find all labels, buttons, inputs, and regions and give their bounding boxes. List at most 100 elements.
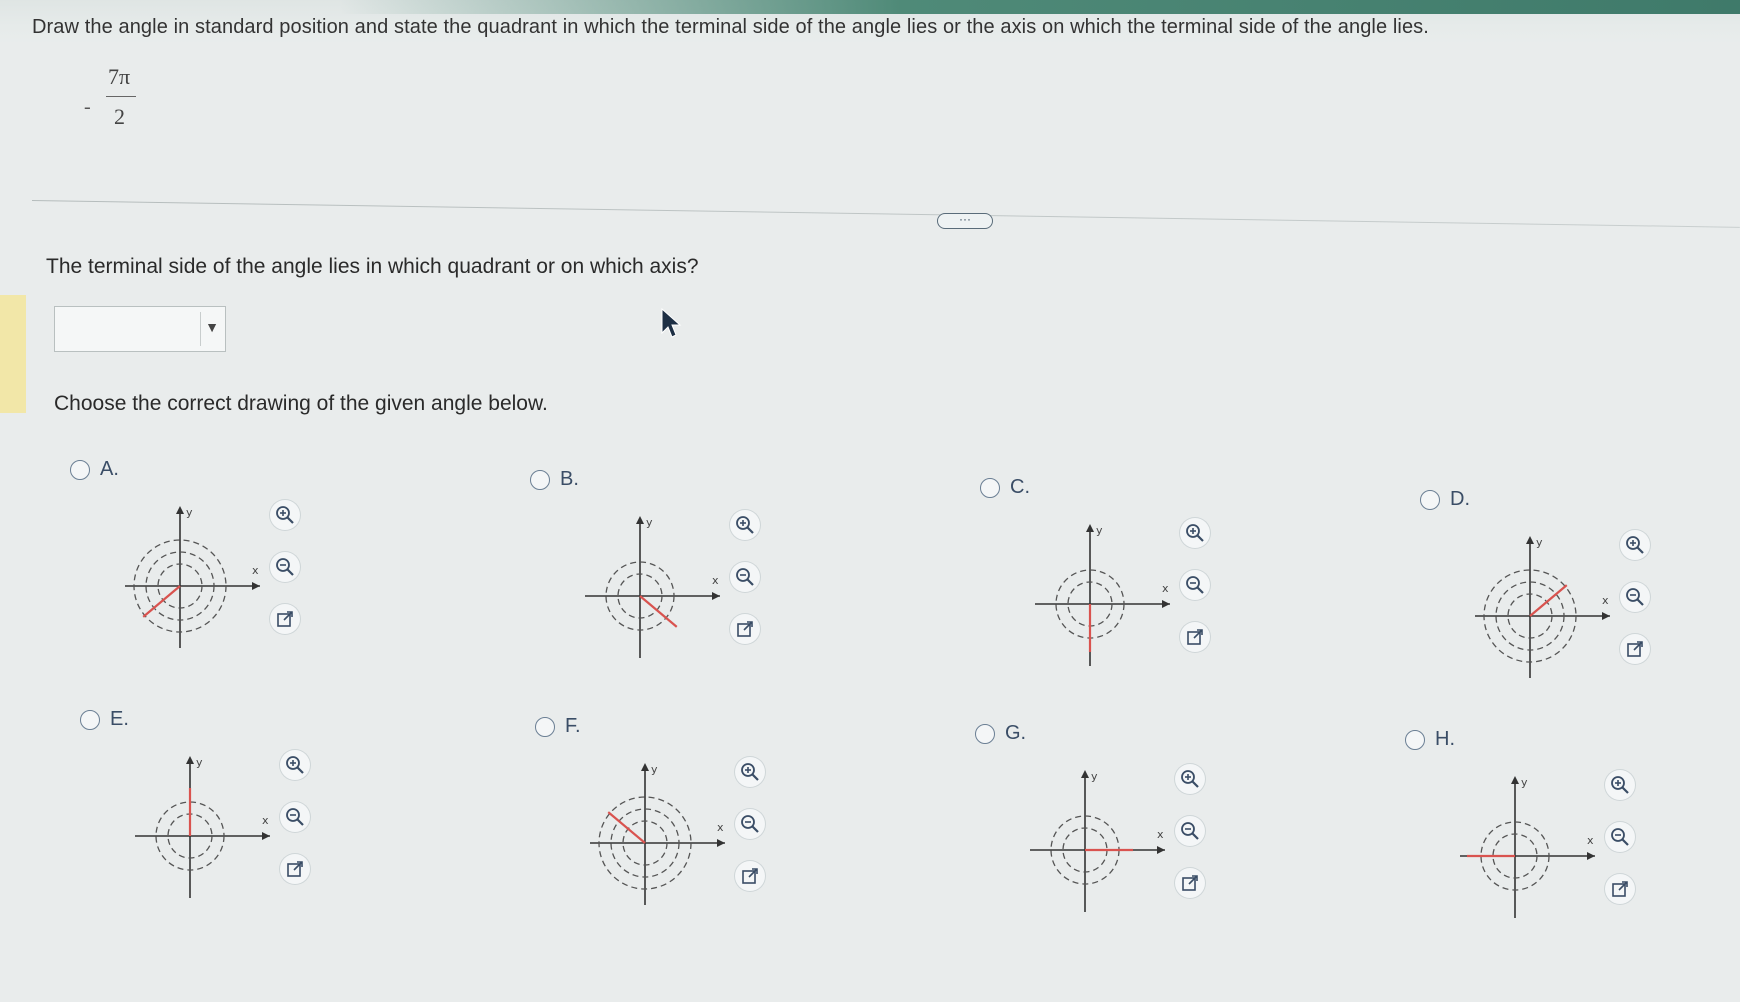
icon-handle — [1621, 786, 1629, 794]
quadrant-dropdown[interactable]: ▼ — [54, 306, 226, 352]
zoom-out-button[interactable] — [730, 562, 760, 592]
open-external-icon[interactable] — [284, 858, 306, 880]
zoom-in-button[interactable] — [1605, 770, 1635, 800]
icon-handle — [746, 526, 754, 534]
option-d[interactable]: D. x y — [1420, 488, 1680, 710]
open-external-button[interactable] — [1175, 868, 1205, 898]
icon-handle — [746, 578, 754, 586]
open-external-button[interactable] — [735, 861, 765, 891]
icon-handle — [1196, 586, 1204, 594]
open-external-icon[interactable] — [739, 865, 761, 887]
zoom-out-button[interactable] — [270, 552, 300, 582]
open-external-icon[interactable] — [1179, 872, 1201, 894]
zoom-in-icon[interactable] — [1609, 774, 1631, 796]
x-axis-label: x — [262, 814, 269, 827]
zoom-out-icon[interactable] — [1184, 574, 1206, 596]
open-external-button[interactable] — [1180, 622, 1210, 652]
zoom-out-icon[interactable] — [274, 556, 296, 578]
axes — [125, 512, 260, 648]
x-axis-label: x — [1162, 582, 1169, 595]
zoom-in-button[interactable] — [1180, 518, 1210, 548]
open-external-icon[interactable] — [1624, 638, 1646, 660]
option-letter: A. — [100, 458, 119, 480]
y-axis-label: y — [651, 763, 658, 776]
zoom-out-button[interactable] — [1605, 822, 1635, 852]
radio-button[interactable] — [530, 470, 550, 490]
chevron-down-icon[interactable]: ▼ — [205, 319, 219, 335]
x-axis-label: x — [712, 574, 719, 587]
zoom-in-icon[interactable] — [1624, 534, 1646, 556]
zoom-out-icon[interactable] — [1609, 826, 1631, 848]
x-axis-label: x — [1157, 828, 1164, 841]
open-external-button[interactable] — [1605, 874, 1635, 904]
current-part-indicator — [0, 295, 26, 413]
y-axis-arrow — [1511, 776, 1519, 784]
radio-button[interactable] — [975, 724, 995, 744]
radio-button[interactable] — [80, 710, 100, 730]
angle-graph: xy — [1460, 776, 1595, 918]
radio-button[interactable] — [535, 717, 555, 737]
zoom-in-icon[interactable] — [739, 761, 761, 783]
y-axis-arrow — [636, 516, 644, 524]
option-e[interactable]: E. x y — [80, 708, 340, 930]
zoom-out-button[interactable] — [1180, 570, 1210, 600]
zoom-out-icon[interactable] — [284, 806, 306, 828]
fraction-bar — [106, 96, 136, 97]
radio-button[interactable] — [1420, 490, 1440, 510]
x-axis-label: x — [252, 564, 259, 577]
y-axis-label: y — [1091, 770, 1098, 783]
option-g[interactable]: G. x y — [975, 722, 1235, 944]
option-letter: F. — [565, 715, 581, 737]
angle-graph: xy — [1035, 524, 1170, 666]
zoom-in-button[interactable] — [1175, 764, 1205, 794]
zoom-out-button[interactable] — [1175, 816, 1205, 846]
y-axis-label: y — [1096, 524, 1103, 537]
zoom-out-icon[interactable] — [734, 566, 756, 588]
section-divider — [31, 200, 1740, 228]
zoom-out-icon[interactable] — [1624, 586, 1646, 608]
radio-button[interactable] — [1405, 730, 1425, 750]
angle-graph: xy — [590, 763, 725, 905]
zoom-out-button[interactable] — [1620, 582, 1650, 612]
zoom-in-button[interactable] — [1620, 530, 1650, 560]
angle-sign: - — [84, 96, 91, 118]
zoom-in-button[interactable] — [280, 750, 310, 780]
y-axis-arrow — [1526, 536, 1534, 544]
option-letter: E. — [110, 708, 129, 730]
zoom-in-button[interactable] — [730, 510, 760, 540]
option-b[interactable]: B. x y — [530, 468, 790, 690]
icon-handle — [1636, 598, 1644, 606]
option-a[interactable]: A. x y — [70, 458, 330, 680]
quadrant-question: The terminal side of the angle lies in w… — [46, 255, 699, 278]
open-external-button[interactable] — [280, 854, 310, 884]
open-external-button[interactable] — [730, 614, 760, 644]
open-external-button[interactable] — [1620, 634, 1650, 664]
zoom-in-icon[interactable] — [1179, 768, 1201, 790]
axes — [590, 769, 725, 905]
option-c[interactable]: C. x y — [980, 476, 1240, 698]
zoom-in-button[interactable] — [270, 500, 300, 530]
option-f[interactable]: F. x y — [535, 715, 795, 937]
zoom-out-icon[interactable] — [739, 813, 761, 835]
zoom-in-icon[interactable] — [274, 504, 296, 526]
icon-handle — [1621, 838, 1629, 846]
option-h[interactable]: H. x y — [1405, 728, 1665, 950]
radio-button[interactable] — [980, 478, 1000, 498]
open-external-icon[interactable] — [1184, 626, 1206, 648]
radio-button[interactable] — [70, 460, 90, 480]
terminal-side — [1529, 584, 1568, 617]
zoom-out-icon[interactable] — [1179, 820, 1201, 842]
zoom-in-icon[interactable] — [284, 754, 306, 776]
open-external-icon[interactable] — [274, 608, 296, 630]
zoom-out-button[interactable] — [735, 809, 765, 839]
open-external-button[interactable] — [270, 604, 300, 634]
zoom-in-icon[interactable] — [1184, 522, 1206, 544]
axes — [1460, 782, 1595, 918]
zoom-in-icon[interactable] — [734, 514, 756, 536]
x-axis-arrow — [252, 582, 260, 590]
zoom-in-button[interactable] — [735, 757, 765, 787]
zoom-out-button[interactable] — [280, 802, 310, 832]
open-external-icon[interactable] — [734, 618, 756, 640]
open-external-icon[interactable] — [1609, 878, 1631, 900]
expand-more-button[interactable]: ··· — [937, 213, 993, 229]
